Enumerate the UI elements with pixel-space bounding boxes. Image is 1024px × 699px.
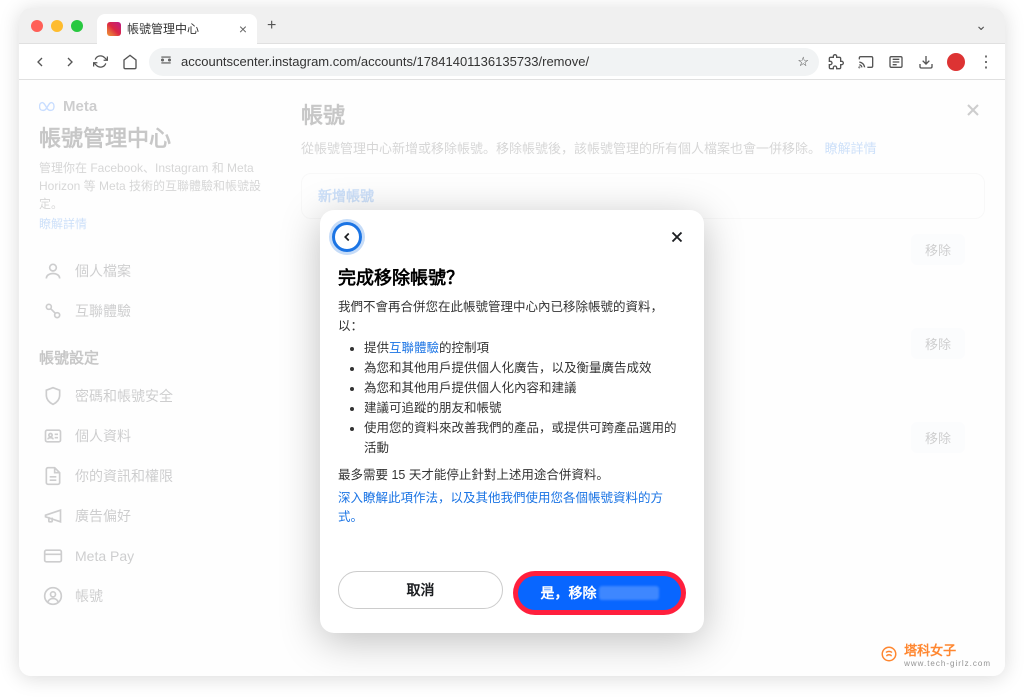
home-button[interactable] <box>119 51 141 73</box>
tabs-dropdown-icon[interactable]: ⌄ <box>969 15 993 36</box>
modal-overlay[interactable]: 完成移除帳號？ 我們不會再合併您在此帳號管理中心內已移除帳號的資料，以： 提供互… <box>19 80 1005 676</box>
modal-bullet: 為您和其他用戶提供個人化內容和建議 <box>364 378 686 398</box>
downloads-icon[interactable] <box>917 53 935 71</box>
site-settings-icon[interactable] <box>159 53 173 70</box>
confirm-remove-dialog: 完成移除帳號？ 我們不會再合併您在此帳號管理中心內已移除帳號的資料，以： 提供互… <box>320 210 704 633</box>
menu-icon[interactable]: ⋮ <box>977 53 995 71</box>
modal-bullet: 提供互聯體驗的控制項 <box>364 338 686 358</box>
modal-bullet: 為您和其他用戶提供個人化廣告，以及衡量廣告成效 <box>364 358 686 378</box>
watermark-icon <box>880 645 898 663</box>
back-button[interactable] <box>29 51 51 73</box>
browser-toolbar: accountscenter.instagram.com/accounts/17… <box>19 44 1005 80</box>
reload-button[interactable] <box>89 51 111 73</box>
instagram-favicon <box>107 22 121 36</box>
confirm-remove-button[interactable]: 是，移除 <box>518 576 681 610</box>
redacted-username <box>599 586 659 600</box>
url-text: accountscenter.instagram.com/accounts/17… <box>181 54 589 69</box>
modal-note: 最多需要 15 天才能停止針對上述用途合併資料。 <box>338 464 686 483</box>
modal-title: 完成移除帳號？ <box>338 264 686 290</box>
address-bar[interactable]: accountscenter.instagram.com/accounts/17… <box>149 48 819 76</box>
connected-experience-link[interactable]: 互聯體驗 <box>389 341 439 355</box>
cast-icon[interactable] <box>857 53 875 71</box>
confirm-button-highlight: 是，移除 <box>513 571 686 615</box>
modal-bullet: 建議可追蹤的朋友和帳號 <box>364 398 686 418</box>
modal-bullet: 使用您的資料來改善我們的產品，或提供可跨產品選用的活動 <box>364 418 686 458</box>
modal-learn-more-link[interactable]: 深入瞭解此項作法，以及其他我們使用您各個帳號資料的方式。 <box>338 487 686 525</box>
window-minimize[interactable] <box>51 20 63 32</box>
new-tab-button[interactable]: + <box>263 13 280 39</box>
tab-title: 帳號管理中心 <box>127 20 199 37</box>
watermark: 塔科女子 www.tech-girlz.com <box>880 640 991 668</box>
modal-back-button[interactable] <box>332 222 362 252</box>
tab-close-icon[interactable]: × <box>239 21 247 37</box>
extensions-icon[interactable] <box>827 53 845 71</box>
reading-list-icon[interactable] <box>887 53 905 71</box>
modal-intro-text: 我們不會再合併您在此帳號管理中心內已移除帳號的資料，以： <box>338 298 686 336</box>
browser-tab[interactable]: 帳號管理中心 × <box>97 14 257 44</box>
modal-bullet-list: 提供互聯體驗的控制項 為您和其他用戶提供個人化廣告，以及衡量廣告成效 為您和其他… <box>338 338 686 458</box>
modal-close-icon[interactable] <box>664 224 690 255</box>
window-maximize[interactable] <box>71 20 83 32</box>
bookmark-star-icon[interactable]: ☆ <box>797 54 809 70</box>
forward-button[interactable] <box>59 51 81 73</box>
cancel-button[interactable]: 取消 <box>338 571 503 609</box>
window-close[interactable] <box>31 20 43 32</box>
browser-titlebar: 帳號管理中心 × + ⌄ <box>19 8 1005 44</box>
profile-avatar[interactable] <box>947 53 965 71</box>
